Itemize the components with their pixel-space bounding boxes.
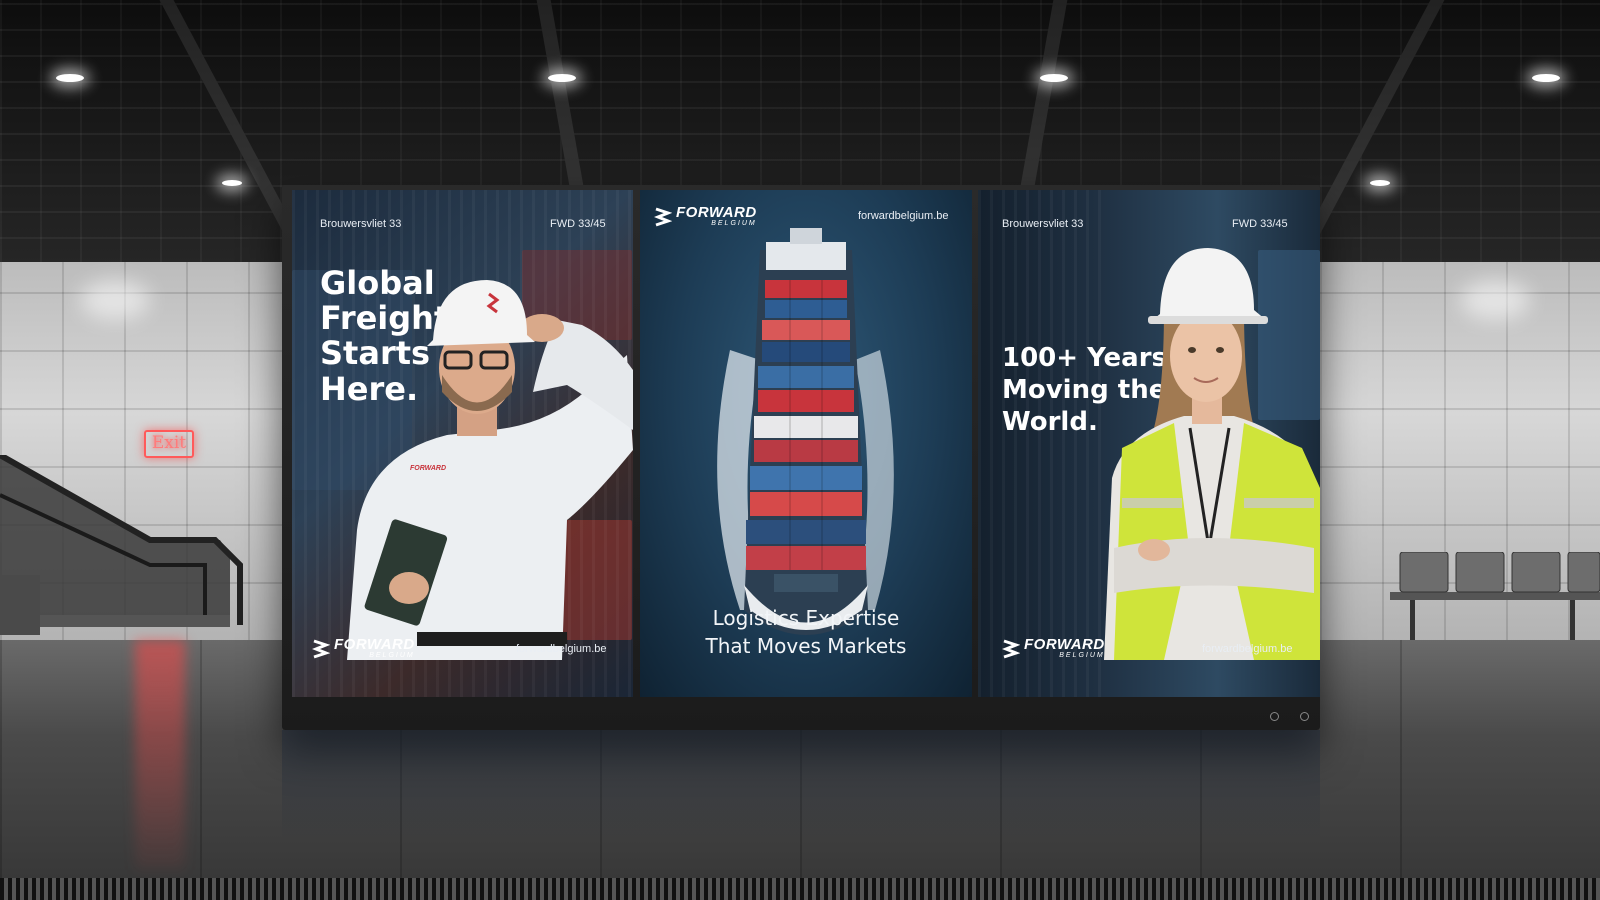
brand-logo: FORWARD BELGIUM bbox=[654, 205, 757, 227]
chevron-logo-icon bbox=[1002, 639, 1020, 658]
worker-man-photo: FORWARD bbox=[347, 280, 633, 660]
code-text: FWD 33/45 bbox=[550, 218, 606, 230]
floor-grate bbox=[0, 878, 1600, 900]
ceiling-light bbox=[1532, 74, 1560, 82]
brand-logo: FORWARD BELGIUM bbox=[312, 637, 415, 659]
bench bbox=[1390, 552, 1600, 640]
terminal-scene: Exit Brouwersvliet 33 FWD 33/45 Global F… bbox=[0, 0, 1600, 900]
worker-woman-photo bbox=[1104, 248, 1320, 660]
chevron-logo-icon bbox=[654, 207, 672, 226]
address-text: Brouwersvliet 33 bbox=[320, 218, 402, 230]
chevron-logo-icon bbox=[312, 639, 330, 658]
ceiling-light bbox=[1370, 180, 1390, 186]
exit-reflection bbox=[135, 640, 185, 870]
poster-tagline: Logistics Expertise That Moves Markets bbox=[705, 606, 907, 658]
code-text: FWD 33/45 bbox=[1232, 218, 1288, 230]
ceiling-light bbox=[1040, 74, 1068, 82]
frame-knob bbox=[1270, 712, 1279, 721]
escalator bbox=[0, 455, 243, 635]
address-text: Brouwersvliet 33 bbox=[1002, 218, 1084, 230]
website-text: forwardbelgium.be bbox=[858, 210, 949, 222]
shirt-logo: FORWARD bbox=[410, 465, 446, 472]
brand-logo: FORWARD BELGIUM bbox=[1002, 637, 1105, 659]
billboard-reflection bbox=[282, 730, 1320, 840]
exit-sign: Exit bbox=[144, 430, 194, 458]
website-text: forwardbelgium.be bbox=[1202, 643, 1293, 655]
poster-right: Brouwersvliet 33 FWD 33/45 100+ Years Mo… bbox=[978, 190, 1320, 697]
poster-center: FORWARD BELGIUM forwardbelgium.be Logist… bbox=[640, 190, 972, 697]
ceiling-light bbox=[222, 180, 242, 186]
wall-glow bbox=[1460, 280, 1530, 320]
website-text: forwardbelgium.be bbox=[516, 643, 607, 655]
poster-left: Brouwersvliet 33 FWD 33/45 Global Freigh… bbox=[292, 190, 633, 697]
container-rows bbox=[746, 280, 866, 570]
container-texture bbox=[978, 190, 1108, 697]
ceiling-light bbox=[56, 74, 84, 82]
wall-glow bbox=[80, 280, 150, 320]
ceiling-light bbox=[548, 74, 576, 82]
frame-knob bbox=[1300, 712, 1309, 721]
